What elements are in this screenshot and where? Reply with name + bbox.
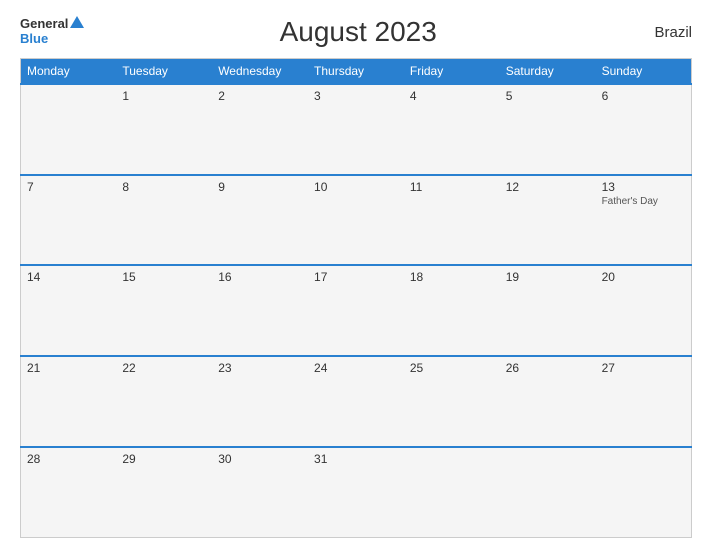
day-number: 26 <box>506 361 590 375</box>
day-number: 19 <box>506 270 590 284</box>
calendar-cell: 24 <box>308 356 404 447</box>
header: General Blue August 2023 Brazil <box>20 16 692 48</box>
calendar-cell <box>596 447 692 538</box>
country-label: Brazil <box>632 24 692 41</box>
calendar-cell: 5 <box>500 84 596 175</box>
calendar-cell: 4 <box>404 84 500 175</box>
day-number: 20 <box>602 270 685 284</box>
day-number: 23 <box>218 361 302 375</box>
calendar-page: General Blue August 2023 Brazil MondayTu… <box>0 0 712 550</box>
weekday-thursday: Thursday <box>308 59 404 85</box>
week-row-4: 21 22 23 24 25 26 27 <box>21 356 692 447</box>
calendar-cell: 20 <box>596 265 692 356</box>
weekday-wednesday: Wednesday <box>212 59 308 85</box>
calendar-cell: 6 <box>596 84 692 175</box>
logo: General Blue <box>20 17 84 47</box>
day-number: 30 <box>218 452 302 466</box>
calendar-cell <box>21 84 117 175</box>
calendar-cell: 10 <box>308 175 404 266</box>
page-title: August 2023 <box>84 16 632 48</box>
week-row-1: 123456 <box>21 84 692 175</box>
day-number: 31 <box>314 452 398 466</box>
day-number: 24 <box>314 361 398 375</box>
calendar-cell: 7 <box>21 175 117 266</box>
day-number: 18 <box>410 270 494 284</box>
calendar-cell: 30 <box>212 447 308 538</box>
week-row-5: 28 29 30 31 <box>21 447 692 538</box>
calendar-cell: 14 <box>21 265 117 356</box>
calendar-cell: 1 <box>116 84 212 175</box>
week-row-2: 789 10 11 12 13 Father's Day <box>21 175 692 266</box>
calendar-cell: 23 <box>212 356 308 447</box>
calendar-cell: 11 <box>404 175 500 266</box>
calendar-cell: 15 <box>116 265 212 356</box>
calendar-cell: 9 <box>212 175 308 266</box>
calendar-cell: 2 <box>212 84 308 175</box>
calendar-cell <box>404 447 500 538</box>
day-number: 29 <box>122 452 206 466</box>
calendar-cell: 17 <box>308 265 404 356</box>
day-number: 14 <box>27 270 110 284</box>
weekday-tuesday: Tuesday <box>116 59 212 85</box>
calendar-cell <box>500 447 596 538</box>
day-number: 13 <box>602 180 685 194</box>
day-number: 28 <box>27 452 110 466</box>
day-number: 9 <box>218 180 302 194</box>
calendar-table: MondayTuesdayWednesdayThursdayFridaySatu… <box>20 58 692 538</box>
weekday-sunday: Sunday <box>596 59 692 85</box>
day-number: 1 <box>122 89 206 103</box>
logo-blue-text: Blue <box>20 31 48 46</box>
day-number: 12 <box>506 180 590 194</box>
calendar-cell: 8 <box>116 175 212 266</box>
calendar-cell: 26 <box>500 356 596 447</box>
event-label: Father's Day <box>602 196 685 207</box>
day-number: 10 <box>314 180 398 194</box>
day-number: 8 <box>122 180 206 194</box>
day-number: 2 <box>218 89 302 103</box>
calendar-cell: 21 <box>21 356 117 447</box>
day-number: 16 <box>218 270 302 284</box>
logo-triangle-icon <box>70 16 84 28</box>
day-number: 15 <box>122 270 206 284</box>
day-number: 7 <box>27 180 110 194</box>
calendar-cell: 12 <box>500 175 596 266</box>
calendar-cell: 27 <box>596 356 692 447</box>
day-number: 21 <box>27 361 110 375</box>
calendar-cell: 31 <box>308 447 404 538</box>
day-number: 17 <box>314 270 398 284</box>
calendar-cell: 22 <box>116 356 212 447</box>
weekday-header-row: MondayTuesdayWednesdayThursdayFridaySatu… <box>21 59 692 85</box>
day-number: 4 <box>410 89 494 103</box>
weekday-friday: Friday <box>404 59 500 85</box>
calendar-cell: 16 <box>212 265 308 356</box>
weekday-saturday: Saturday <box>500 59 596 85</box>
day-number: 6 <box>602 89 685 103</box>
day-number: 3 <box>314 89 398 103</box>
calendar-cell: 29 <box>116 447 212 538</box>
calendar-cell: 19 <box>500 265 596 356</box>
calendar-cell: 25 <box>404 356 500 447</box>
calendar-cell: 18 <box>404 265 500 356</box>
day-number: 5 <box>506 89 590 103</box>
calendar-cell: 3 <box>308 84 404 175</box>
day-number: 27 <box>602 361 685 375</box>
logo-general-text: General <box>20 17 68 31</box>
day-number: 22 <box>122 361 206 375</box>
calendar-cell: 13 Father's Day <box>596 175 692 266</box>
weekday-monday: Monday <box>21 59 117 85</box>
week-row-3: 14 15 16 17 18 19 20 <box>21 265 692 356</box>
day-number: 11 <box>410 180 494 194</box>
calendar-cell: 28 <box>21 447 117 538</box>
day-number: 25 <box>410 361 494 375</box>
